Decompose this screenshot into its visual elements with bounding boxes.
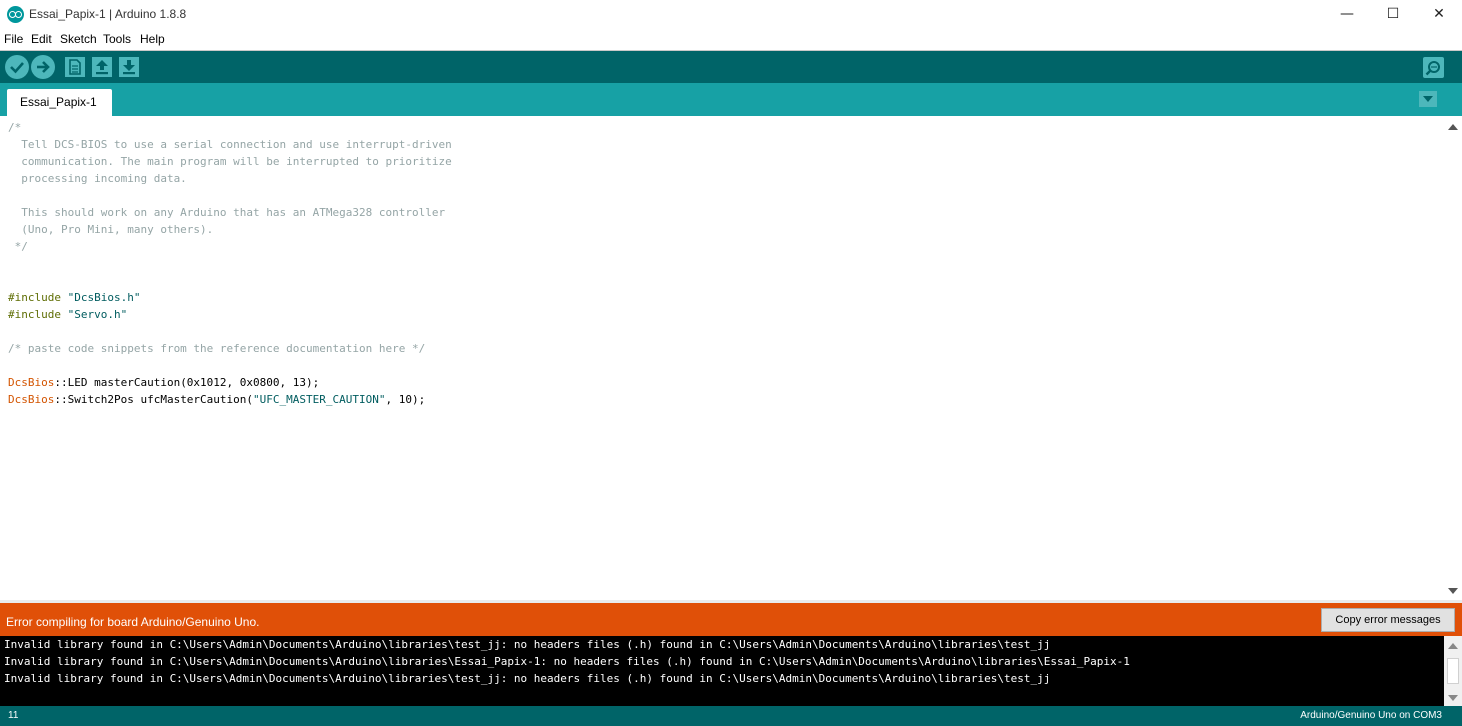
scroll-down-icon[interactable] [1448,588,1458,594]
error-status-bar: Error compiling for board Arduino/Genuin… [0,603,1462,636]
tab-bar: Essai_Papix-1 [0,83,1462,116]
error-message: Error compiling for board Arduino/Genuin… [6,615,260,629]
tab-menu-button[interactable] [1419,91,1437,107]
serial-monitor-icon [1425,61,1440,76]
menu-edit[interactable]: Edit [31,32,52,46]
code-token: "UFC_MASTER_CAUTION" [253,393,386,406]
new-button[interactable] [65,57,85,77]
menu-sketch[interactable]: Sketch [60,32,97,46]
save-icon [123,60,135,75]
console-line: Invalid library found in C:\Users\Admin\… [4,655,1130,668]
window-title: Essai_Papix-1 | Arduino 1.8.8 [29,7,187,21]
code-token: "Servo.h" [67,308,128,321]
new-icon [69,59,81,75]
scroll-up-icon[interactable] [1448,643,1458,649]
upload-button[interactable] [31,55,55,79]
code-token: communication. The main program will be … [8,155,452,168]
title-bar: Essai_Papix-1 | Arduino 1.8.8 — ☐ ✕ [0,0,1462,30]
code-token: processing incoming data. [8,172,187,185]
code-token: This should work on any Arduino that has… [8,206,446,219]
open-button[interactable] [92,57,112,77]
menu-help[interactable]: Help [140,32,165,46]
code-token: DcsBios [8,393,55,406]
code-token: /* [8,121,22,134]
close-button[interactable]: ✕ [1416,0,1462,30]
code-line: #include "Servo.h" [8,306,127,323]
scroll-thumb[interactable] [1447,658,1459,684]
code-line: communication. The main program will be … [8,153,452,170]
code-line: DcsBios::LED masterCaution(0x1012, 0x080… [8,374,319,391]
arduino-logo-icon [7,6,24,23]
code-line: (Uno, Pro Mini, many others). [8,221,213,238]
footer-status-bar: 11 Arduino/Genuino Uno on COM3 [0,706,1462,726]
serial-monitor-button[interactable] [1423,57,1444,78]
code-editor[interactable]: /* Tell DCS-BIOS to use a serial connect… [0,116,1444,600]
code-line: This should work on any Arduino that has… [8,204,445,221]
code-line: /* paste code snippets from the referenc… [8,340,425,357]
code-token: "DcsBios.h" [67,291,141,304]
code-token: #include [8,308,61,321]
console-output[interactable]: Invalid library found in C:\Users\Admin\… [0,636,1444,706]
code-line: */ [8,238,28,255]
tab-essai-papix-1[interactable]: Essai_Papix-1 [7,89,112,116]
current-line-number: 11 [8,710,19,721]
open-icon [96,60,108,75]
upload-icon [37,61,50,73]
code-token: DcsBios [8,376,55,389]
console-line: Invalid library found in C:\Users\Admin\… [4,672,1051,685]
code-line: processing incoming data. [8,170,187,187]
scroll-up-icon[interactable] [1448,124,1458,130]
code-line: /* [8,119,21,136]
code-line: DcsBios::Switch2Pos ufcMasterCaution("UF… [8,391,425,408]
code-token: ::LED masterCaution(0x1012, 0x0800, 13); [54,376,320,389]
copy-error-messages-button[interactable]: Copy error messages [1321,608,1455,632]
minimize-button[interactable]: — [1324,0,1370,30]
toolbar [0,51,1462,83]
menu-tools[interactable]: Tools [103,32,131,46]
menu-bar: File Edit Sketch Tools Help [0,30,1462,50]
save-button[interactable] [119,57,139,77]
code-token: */ [8,240,28,253]
code-token: , 10); [385,393,426,406]
editor-scrollbar[interactable] [1444,116,1462,600]
verify-icon [10,62,24,74]
console-scrollbar[interactable] [1444,636,1462,706]
tab-label: Essai_Papix-1 [20,95,97,109]
code-line [8,187,15,204]
code-token: Tell DCS-BIOS to use a serial connection… [8,138,452,151]
code-token: ::Switch2Pos ufcMasterCaution( [54,393,254,406]
scroll-down-icon[interactable] [1448,695,1458,701]
menu-file[interactable]: File [4,32,23,46]
board-port-info: Arduino/Genuino Uno on COM3 [1300,710,1442,721]
code-line: Tell DCS-BIOS to use a serial connection… [8,136,452,153]
code-token: /* paste code snippets from the referenc… [8,342,426,355]
code-token: (Uno, Pro Mini, many others). [8,223,214,236]
verify-button[interactable] [5,55,29,79]
console-line: Invalid library found in C:\Users\Admin\… [4,638,1051,651]
code-token: #include [8,291,61,304]
maximize-button[interactable]: ☐ [1370,0,1416,30]
code-line: #include "DcsBios.h" [8,289,140,306]
